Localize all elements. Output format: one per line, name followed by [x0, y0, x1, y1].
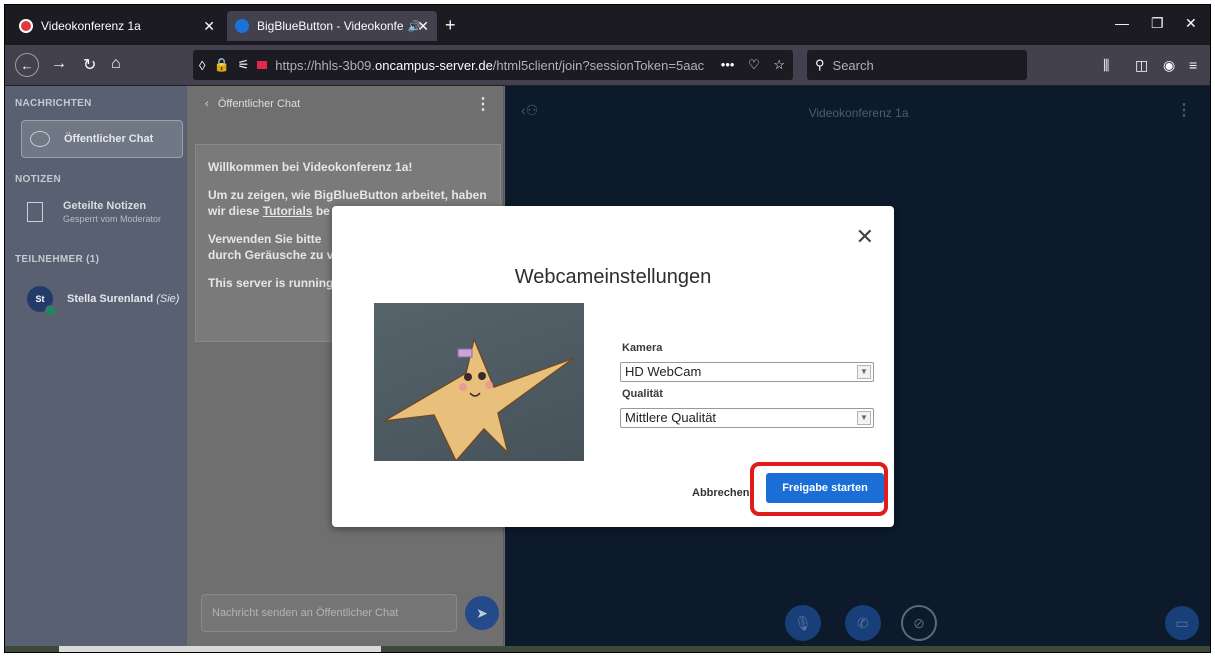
chat-options-icon[interactable]: ⋮ — [475, 94, 491, 114]
sidebar-toggle-icon[interactable]: ◫ — [1135, 57, 1148, 74]
webcam-preview-image — [383, 336, 575, 461]
welcome-name: Videokonferenz 1a — [302, 160, 409, 174]
navigation-bar: ← → ↻ ⌂ ◊ 🔒 ⚟ https://hhls-3b09. oncampu… — [5, 45, 1210, 86]
chat-message-input[interactable]: Nachricht senden an Öffentlicher Chat — [201, 594, 457, 632]
tab-label: Videokonferenz 1a — [41, 19, 141, 33]
window-close-icon[interactable]: ✕ — [1185, 15, 1197, 32]
tab-bigbluebutton[interactable]: BigBlueButton - Videokonfe 🔊 ✕ — [227, 11, 437, 41]
modal-title: Webcameinstellungen — [514, 266, 712, 288]
welcome-line4: This server is running — [208, 276, 334, 290]
shield-icon[interactable]: ◊ — [199, 58, 205, 73]
permissions-icon[interactable]: ⚟ — [238, 57, 250, 73]
participant-name: Stella Surenland — [67, 293, 154, 305]
tutorials-link[interactable]: Tutorials — [263, 204, 313, 218]
microphone-icon: 🎙 — [794, 614, 812, 631]
start-sharing-button[interactable]: Freigabe starten — [766, 473, 884, 503]
welcome-prefix: Willkommen bei — [208, 160, 303, 174]
search-icon: ⚲ — [815, 57, 825, 72]
quality-select-value: Mittlere Qualität — [625, 410, 717, 425]
camera-select-value: HD WebCam — [625, 364, 702, 379]
tab-bar: Videokonferenz 1a ✕ BigBlueButton - Vide… — [5, 5, 1210, 45]
taskbar-item — [59, 646, 381, 652]
url-prefix: https://hhls-3b09. — [275, 57, 376, 73]
tab-close-icon[interactable]: ✕ — [417, 18, 429, 35]
camera-off-icon: ⊘ — [913, 614, 925, 631]
tab-label: BigBlueButton - Videokonfe — [257, 19, 404, 33]
home-icon[interactable]: ⌂ — [111, 55, 121, 73]
lock-icon[interactable]: 🔒 — [213, 57, 229, 73]
taskbar-strip — [5, 646, 1210, 652]
chat-input-placeholder: Nachricht senden an Öffentlicher Chat — [212, 607, 399, 619]
presentation-button[interactable]: ▭ — [1165, 606, 1199, 640]
back-arrow-icon[interactable]: ← — [15, 53, 39, 77]
audio-leave-button[interactable]: ✆ — [845, 605, 881, 641]
url-actions: ••• ♡ ☆ — [721, 57, 785, 73]
menu-icon[interactable]: ≡ — [1189, 57, 1197, 73]
webcam-settings-modal: ✕ Webcameinstellungen Kamera HD WebCam ▼ — [332, 206, 894, 527]
modal-close-icon[interactable]: ✕ — [856, 226, 874, 248]
avatar: St — [27, 286, 56, 316]
sidebar-item-shared-notes[interactable]: Geteilte Notizen Gesperrt vom Moderator — [27, 200, 161, 224]
search-placeholder: Search — [832, 57, 874, 73]
pocket-icon[interactable]: ♡ — [748, 57, 760, 72]
send-message-button[interactable]: ➤ — [465, 596, 499, 630]
library-icon[interactable]: ⫼ — [1103, 57, 1109, 74]
forward-arrow-icon[interactable]: → — [51, 55, 67, 73]
shared-notes-status: Gesperrt vom Moderator — [63, 214, 162, 224]
bookmark-star-icon[interactable]: ☆ — [773, 57, 785, 72]
account-icon[interactable]: ◉ — [1163, 57, 1175, 74]
new-tab-button[interactable]: + — [445, 15, 456, 36]
send-icon: ➤ — [476, 604, 488, 621]
webcam-preview — [374, 303, 584, 461]
notes-heading: NOTIZEN — [15, 174, 61, 185]
user-list-panel: NACHRICHTEN Öffentlicher Chat NOTIZEN Ge… — [5, 86, 187, 652]
microphone-button[interactable]: 🎙 — [785, 605, 821, 641]
restore-icon[interactable]: ❐ — [1151, 15, 1164, 32]
presentation-icon: ▭ — [1175, 614, 1189, 631]
camera-select[interactable]: HD WebCam ▼ — [620, 362, 874, 382]
avatar-initials: St — [35, 294, 45, 304]
participant-you-label: (Sie) — [156, 293, 180, 305]
document-icon — [27, 202, 43, 222]
bbb-favicon-icon — [235, 19, 249, 33]
shared-notes-label: Geteilte Notizen — [63, 200, 147, 212]
browser-window: Videokonferenz 1a ✕ BigBlueButton - Vide… — [4, 4, 1211, 653]
chevron-left-icon: ‹ — [205, 98, 215, 110]
messages-heading: NACHRICHTEN — [15, 98, 92, 109]
welcome-line2-end: be — [312, 204, 330, 218]
welcome-line3: Verwenden Sie bitte — [208, 232, 322, 246]
chat-header[interactable]: ‹ Öffentlicher Chat — [205, 98, 300, 110]
tab-close-icon[interactable]: ✕ — [203, 18, 215, 35]
participant-item[interactable]: St Stella Surenland (Sie) — [27, 286, 180, 316]
tab-videokonferenz[interactable]: Videokonferenz 1a ✕ — [11, 11, 223, 41]
presenter-status-icon — [45, 305, 56, 316]
meeting-title: Videokonferenz 1a — [808, 106, 909, 120]
chevron-down-icon: ▼ — [857, 365, 871, 379]
quality-label: Qualität — [622, 388, 663, 400]
sidebar-item-public-chat[interactable]: Öffentlicher Chat — [21, 120, 183, 158]
reload-icon[interactable]: ↻ — [83, 55, 96, 75]
phone-icon: ✆ — [857, 614, 869, 631]
webcam-button[interactable]: ⊘ — [901, 605, 937, 641]
camera-sharing-icon[interactable] — [257, 61, 268, 69]
url-bar[interactable]: ◊ 🔒 ⚟ https://hhls-3b09. oncampus-server… — [193, 50, 793, 80]
cancel-button[interactable]: Abbrechen — [692, 487, 749, 499]
chevron-down-icon: ▼ — [857, 411, 871, 425]
public-chat-label: Öffentlicher Chat — [64, 133, 154, 145]
bbb-app: NACHRICHTEN Öffentlicher Chat NOTIZEN Ge… — [5, 86, 1210, 652]
chat-bubble-icon — [30, 131, 50, 147]
chat-header-title: Öffentlicher Chat — [217, 98, 301, 110]
options-menu-icon[interactable]: ⋮ — [1176, 100, 1192, 120]
url-path: /html5client/join?sessionToken=5aac — [492, 57, 705, 73]
search-bar[interactable]: ⚲ Search — [807, 50, 1027, 80]
camera-label: Kamera — [622, 342, 663, 354]
url-host: oncampus-server.de — [375, 57, 493, 73]
page-actions-icon[interactable]: ••• — [721, 57, 735, 72]
quality-select[interactable]: Mittlere Qualität ▼ — [620, 408, 874, 428]
participants-heading: TEILNEHMER (1) — [15, 254, 100, 265]
minimize-icon[interactable]: — — [1115, 15, 1129, 31]
welcome-line3b: durch Geräusche zu v — [208, 248, 334, 262]
welcome-suffix: ! — [408, 160, 413, 174]
app-favicon-icon — [19, 19, 33, 33]
